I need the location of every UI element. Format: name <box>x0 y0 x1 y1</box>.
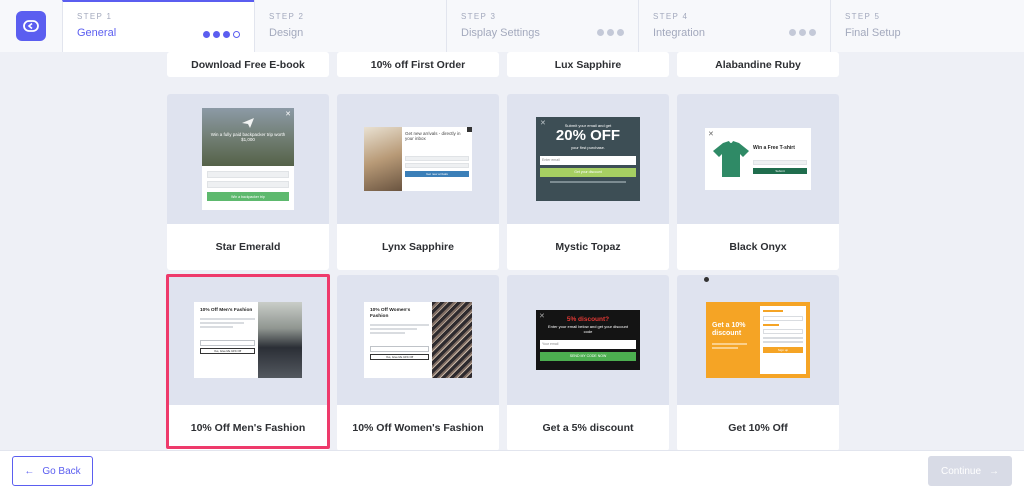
arrow-right-icon: → <box>989 465 1000 477</box>
template-name: Mystic Topaz <box>555 241 621 253</box>
template-name: Get a 5% discount <box>542 422 634 434</box>
preview-big: 20% OFF <box>555 127 621 144</box>
preview-button: Get new arrivals <box>405 170 469 177</box>
step-progress-dots <box>597 29 624 36</box>
logo-cell <box>0 0 62 52</box>
template-name: Download Free E-book <box>191 58 305 71</box>
preview-input: Enter email <box>540 155 636 165</box>
preview-headline: Win a Free T-shirt <box>753 144 795 151</box>
template-name: Lynx Sapphire <box>382 241 454 253</box>
template-preview: Win a fully paid backpacker trip worth $… <box>167 94 329 224</box>
step-progress-dots <box>789 29 816 36</box>
step-number: STEP 1 <box>77 12 113 21</box>
step-label: Final Setup <box>845 27 901 39</box>
step-number: STEP 4 <box>653 12 689 21</box>
preview-title: 10% Off Women's Fashion <box>370 308 411 319</box>
step-progress-dots <box>203 31 240 38</box>
step-display-settings[interactable]: STEP 3 Display Settings <box>446 0 638 52</box>
preview-button: SEND MY CODE NOW <box>540 351 636 361</box>
go-back-label: Go Back <box>42 465 81 477</box>
preview-title: 5% discount? <box>566 316 610 323</box>
template-name: Black Onyx <box>729 241 787 253</box>
close-icon: ✕ <box>540 120 546 127</box>
preview-body: Enter your email below and get your disc… <box>547 324 629 334</box>
template-name: 10% off First Order <box>370 58 466 71</box>
preview-button: Yes, Give Me 10% Off <box>200 347 255 354</box>
preview-headline: Get new arrivals - directly in your inbo… <box>405 131 461 142</box>
preview-button: Get your discount <box>540 167 636 177</box>
preview-button: Win a backpacker trip <box>207 192 289 201</box>
template-preview: ✕ 5% discount? Enter your email below an… <box>507 275 669 405</box>
template-preview: Get new arrivals - directly in your inbo… <box>337 94 499 224</box>
step-general[interactable]: STEP 1 General <box>62 0 254 52</box>
preview-button: Sign up <box>763 347 803 353</box>
step-label: Design <box>269 27 304 39</box>
template-name: Star Emerald <box>215 241 281 253</box>
close-icon <box>467 127 472 132</box>
close-icon: ✕ <box>708 131 714 138</box>
template-preview: ✕ Win a Free T-shirt Submit <box>677 94 839 224</box>
preview-button: Submit <box>753 167 807 174</box>
tshirt-icon <box>713 141 749 177</box>
model-photo <box>432 302 472 378</box>
template-preview: ✕ Submit your email and get 20% OFF your… <box>507 94 669 224</box>
template-card[interactable]: 10% off First Order <box>337 52 499 77</box>
step-final-setup[interactable]: STEP 5 Final Setup <box>830 0 1024 52</box>
model-photo <box>258 302 302 378</box>
template-card[interactable]: ✕ Win a Free T-shirt Submit Black Onyx <box>677 94 839 270</box>
plane-icon <box>242 118 254 128</box>
model-photo <box>364 127 402 191</box>
template-name: 10% Off Women's Fashion <box>352 422 484 434</box>
template-preview: Get a 10% discount Sign up <box>677 275 839 405</box>
template-card[interactable]: Alabandine Ruby <box>677 52 839 77</box>
step-integration[interactable]: STEP 4 Integration <box>638 0 830 52</box>
step-design[interactable]: STEP 2 Design <box>254 0 446 52</box>
step-number: STEP 3 <box>461 12 497 21</box>
template-card[interactable]: 10% Off Women's Fashion Yes, Give Me 10%… <box>337 275 499 450</box>
wizard-footer: ← Go Back Continue → <box>0 450 1024 490</box>
preview-button: Yes, Give Me 10% Off <box>370 353 429 360</box>
template-name: Alabandine Ruby <box>715 58 801 71</box>
step-number: STEP 2 <box>269 12 305 21</box>
close-icon: ✕ <box>285 111 291 118</box>
continue-label: Continue <box>940 465 982 477</box>
template-card[interactable]: ✕ Submit your email and get 20% OFF your… <box>507 94 669 270</box>
template-preview: 10% Off Women's Fashion Yes, Give Me 10%… <box>337 275 499 405</box>
wizard-header: STEP 1 General STEP 2 Design STEP 3 Disp… <box>0 0 1024 52</box>
app-logo-icon[interactable] <box>16 11 46 41</box>
continue-button[interactable]: Continue → <box>928 456 1012 486</box>
template-card[interactable]: Get new arrivals - directly in your inbo… <box>337 94 499 270</box>
template-card[interactable]: 10% Off Men's Fashion Yes, Give Me 10% O… <box>167 275 329 450</box>
step-number: STEP 5 <box>845 12 881 21</box>
preview-input: Your email <box>540 339 636 349</box>
template-card[interactable]: Lux Sapphire <box>507 52 669 77</box>
preview-headline: Win a fully paid backpacker trip worth $… <box>210 132 286 143</box>
template-preview: 10% Off Men's Fashion Yes, Give Me 10% O… <box>167 275 329 405</box>
template-grid: Download Free E-book 10% off First Order… <box>0 52 1024 450</box>
close-icon: ✕ <box>539 313 545 320</box>
preview-sub: your first purchase. <box>570 144 605 150</box>
preview-title: 10% Off Men's Fashion <box>200 308 253 313</box>
preview-title: Get a 10% discount <box>712 322 746 338</box>
template-name: Lux Sapphire <box>554 58 622 71</box>
arrow-left-icon: ← <box>24 465 35 477</box>
template-card[interactable]: Win a fully paid backpacker trip worth $… <box>167 94 329 270</box>
template-card[interactable]: ✕ 5% discount? Enter your email below an… <box>507 275 669 450</box>
template-card[interactable]: Download Free E-book <box>167 52 329 77</box>
template-card[interactable]: Get a 10% discount Sign up Get 10% Off <box>677 275 839 450</box>
travel-photo: Win a fully paid backpacker trip worth $… <box>202 108 294 166</box>
close-icon <box>704 277 709 282</box>
go-back-button[interactable]: ← Go Back <box>12 456 93 486</box>
template-name: Get 10% Off <box>728 422 788 434</box>
template-name: 10% Off Men's Fashion <box>190 422 306 434</box>
